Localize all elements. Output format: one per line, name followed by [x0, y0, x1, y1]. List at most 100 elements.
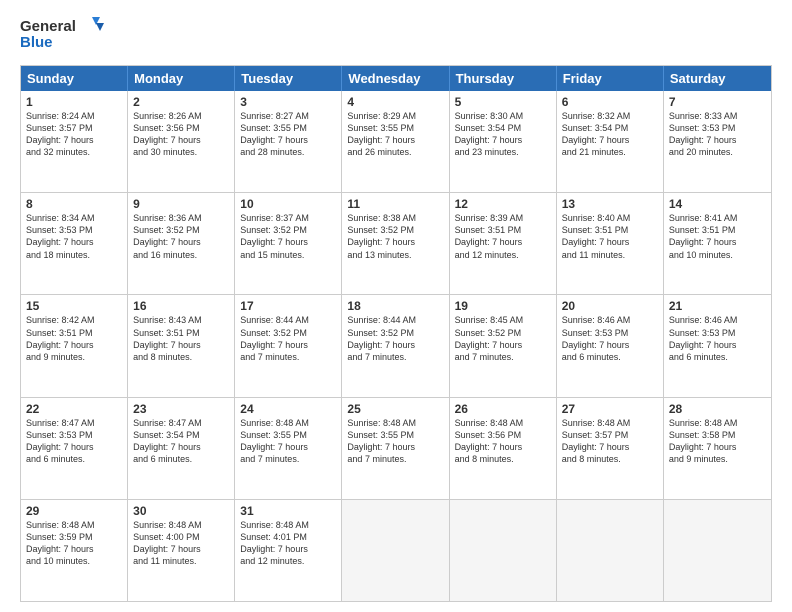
day-info-text: and 28 minutes.	[240, 146, 336, 158]
calendar-row-3: 15Sunrise: 8:42 AMSunset: 3:51 PMDayligh…	[21, 295, 771, 397]
calendar-body: 1Sunrise: 8:24 AMSunset: 3:57 PMDaylight…	[21, 91, 771, 601]
day-info-text: Sunset: 3:56 PM	[455, 429, 551, 441]
day-number: 26	[455, 402, 551, 416]
day-info-text: Sunset: 3:51 PM	[669, 224, 766, 236]
day-number: 3	[240, 95, 336, 109]
day-info-text: and 12 minutes.	[240, 555, 336, 567]
day-info-text: and 21 minutes.	[562, 146, 658, 158]
day-number: 22	[26, 402, 122, 416]
day-info-text: Sunset: 3:55 PM	[240, 429, 336, 441]
day-info-text: and 9 minutes.	[26, 351, 122, 363]
day-info-text: and 23 minutes.	[455, 146, 551, 158]
day-cell-27: 27Sunrise: 8:48 AMSunset: 3:57 PMDayligh…	[557, 398, 664, 499]
day-number: 24	[240, 402, 336, 416]
day-info-text: and 20 minutes.	[669, 146, 766, 158]
day-info-text: Sunrise: 8:43 AM	[133, 314, 229, 326]
day-info-text: and 10 minutes.	[26, 555, 122, 567]
day-info-text: Daylight: 7 hours	[26, 236, 122, 248]
day-cell-8: 8Sunrise: 8:34 AMSunset: 3:53 PMDaylight…	[21, 193, 128, 294]
empty-cell	[557, 500, 664, 601]
day-cell-4: 4Sunrise: 8:29 AMSunset: 3:55 PMDaylight…	[342, 91, 449, 192]
day-info-text: Sunrise: 8:24 AM	[26, 110, 122, 122]
header-cell-monday: Monday	[128, 66, 235, 91]
day-info-text: and 15 minutes.	[240, 249, 336, 261]
day-info-text: Daylight: 7 hours	[133, 339, 229, 351]
day-cell-1: 1Sunrise: 8:24 AMSunset: 3:57 PMDaylight…	[21, 91, 128, 192]
calendar: SundayMondayTuesdayWednesdayThursdayFrid…	[20, 65, 772, 602]
day-info-text: and 6 minutes.	[26, 453, 122, 465]
day-info-text: Sunrise: 8:26 AM	[133, 110, 229, 122]
day-info-text: Sunset: 3:58 PM	[669, 429, 766, 441]
day-info-text: Sunrise: 8:47 AM	[133, 417, 229, 429]
day-info-text: and 6 minutes.	[133, 453, 229, 465]
day-number: 17	[240, 299, 336, 313]
day-cell-10: 10Sunrise: 8:37 AMSunset: 3:52 PMDayligh…	[235, 193, 342, 294]
header: General Blue	[20, 15, 772, 55]
day-info-text: and 7 minutes.	[455, 351, 551, 363]
day-info-text: Daylight: 7 hours	[26, 134, 122, 146]
day-info-text: Sunset: 3:51 PM	[26, 327, 122, 339]
day-number: 12	[455, 197, 551, 211]
day-number: 8	[26, 197, 122, 211]
day-info-text: Sunset: 3:51 PM	[562, 224, 658, 236]
day-info-text: Sunrise: 8:48 AM	[133, 519, 229, 531]
day-info-text: Sunrise: 8:44 AM	[347, 314, 443, 326]
day-info-text: Sunrise: 8:48 AM	[347, 417, 443, 429]
day-info-text: Sunset: 3:54 PM	[133, 429, 229, 441]
day-number: 6	[562, 95, 658, 109]
day-info-text: Sunset: 4:01 PM	[240, 531, 336, 543]
day-info-text: Sunset: 3:52 PM	[347, 327, 443, 339]
day-info-text: Sunset: 3:55 PM	[240, 122, 336, 134]
day-number: 10	[240, 197, 336, 211]
day-info-text: Sunrise: 8:46 AM	[669, 314, 766, 326]
day-info-text: Sunrise: 8:33 AM	[669, 110, 766, 122]
day-cell-17: 17Sunrise: 8:44 AMSunset: 3:52 PMDayligh…	[235, 295, 342, 396]
day-info-text: and 7 minutes.	[240, 453, 336, 465]
day-info-text: Sunrise: 8:48 AM	[455, 417, 551, 429]
day-info-text: Daylight: 7 hours	[455, 441, 551, 453]
day-info-text: Daylight: 7 hours	[26, 543, 122, 555]
day-info-text: and 12 minutes.	[455, 249, 551, 261]
header-cell-saturday: Saturday	[664, 66, 771, 91]
day-info-text: Daylight: 7 hours	[347, 441, 443, 453]
header-cell-thursday: Thursday	[450, 66, 557, 91]
day-info-text: and 7 minutes.	[240, 351, 336, 363]
day-cell-26: 26Sunrise: 8:48 AMSunset: 3:56 PMDayligh…	[450, 398, 557, 499]
day-info-text: Daylight: 7 hours	[347, 134, 443, 146]
calendar-row-5: 29Sunrise: 8:48 AMSunset: 3:59 PMDayligh…	[21, 500, 771, 601]
day-info-text: and 8 minutes.	[133, 351, 229, 363]
calendar-header: SundayMondayTuesdayWednesdayThursdayFrid…	[21, 66, 771, 91]
day-info-text: and 30 minutes.	[133, 146, 229, 158]
day-info-text: and 9 minutes.	[669, 453, 766, 465]
day-cell-11: 11Sunrise: 8:38 AMSunset: 3:52 PMDayligh…	[342, 193, 449, 294]
day-info-text: Daylight: 7 hours	[562, 339, 658, 351]
day-info-text: Sunset: 3:53 PM	[669, 122, 766, 134]
empty-cell	[450, 500, 557, 601]
day-info-text: Daylight: 7 hours	[669, 441, 766, 453]
day-cell-31: 31Sunrise: 8:48 AMSunset: 4:01 PMDayligh…	[235, 500, 342, 601]
day-info-text: Daylight: 7 hours	[240, 339, 336, 351]
day-info-text: and 7 minutes.	[347, 351, 443, 363]
day-number: 2	[133, 95, 229, 109]
day-info-text: Sunrise: 8:40 AM	[562, 212, 658, 224]
day-number: 27	[562, 402, 658, 416]
day-info-text: Daylight: 7 hours	[240, 543, 336, 555]
day-cell-13: 13Sunrise: 8:40 AMSunset: 3:51 PMDayligh…	[557, 193, 664, 294]
day-info-text: Sunrise: 8:48 AM	[240, 417, 336, 429]
day-number: 25	[347, 402, 443, 416]
day-cell-6: 6Sunrise: 8:32 AMSunset: 3:54 PMDaylight…	[557, 91, 664, 192]
day-info-text: Daylight: 7 hours	[669, 236, 766, 248]
day-number: 14	[669, 197, 766, 211]
day-cell-29: 29Sunrise: 8:48 AMSunset: 3:59 PMDayligh…	[21, 500, 128, 601]
day-info-text: Sunrise: 8:48 AM	[240, 519, 336, 531]
day-info-text: Sunset: 3:51 PM	[455, 224, 551, 236]
day-info-text: Sunrise: 8:37 AM	[240, 212, 336, 224]
day-info-text: Sunset: 3:54 PM	[562, 122, 658, 134]
day-number: 9	[133, 197, 229, 211]
day-number: 15	[26, 299, 122, 313]
day-info-text: and 11 minutes.	[562, 249, 658, 261]
day-info-text: Sunrise: 8:44 AM	[240, 314, 336, 326]
day-info-text: Daylight: 7 hours	[240, 236, 336, 248]
empty-cell	[342, 500, 449, 601]
day-info-text: Daylight: 7 hours	[562, 134, 658, 146]
